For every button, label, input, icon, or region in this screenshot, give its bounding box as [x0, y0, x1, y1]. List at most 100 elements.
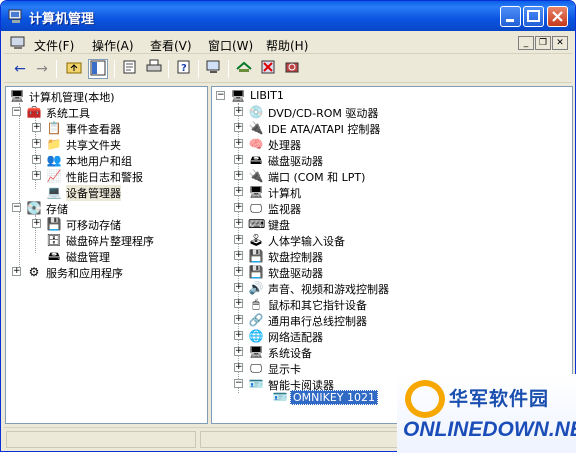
tools-icon: 🧰	[26, 105, 42, 119]
title-bar[interactable]: 计算机管理	[1, 1, 575, 31]
expand-icon[interactable]: +	[234, 251, 243, 260]
usb-icon: 🔗	[248, 313, 264, 327]
device-category-label: 人体学输入设备	[268, 235, 345, 248]
menu-action[interactable]: 操作(A)	[92, 37, 134, 54]
card-reader-icon: 🪪	[272, 390, 288, 404]
removable-storage-icon: 💾	[46, 217, 62, 231]
expand-icon[interactable]: +	[234, 347, 243, 356]
device-category-label: 端口 (COM 和 LPT)	[268, 171, 366, 184]
logo-ring-icon	[405, 380, 445, 418]
collapse-icon[interactable]: −	[216, 91, 225, 100]
window-title: 计算机管理	[29, 12, 95, 27]
expand-icon[interactable]: +	[234, 203, 243, 212]
device-category-label: 处理器	[268, 139, 301, 152]
properties-icon[interactable]	[120, 59, 140, 79]
maximize-button[interactable]	[523, 6, 544, 27]
mdi-minimize-button[interactable]: _	[518, 36, 534, 50]
collapse-icon[interactable]: −	[234, 379, 243, 388]
disable-device-icon[interactable]	[282, 59, 302, 79]
expand-icon[interactable]: +	[234, 219, 243, 228]
show-hide-tree-icon[interactable]	[88, 59, 108, 79]
device-category-label: 计算机	[268, 187, 301, 200]
device-category-label: 鼠标和其它指针设备	[268, 299, 367, 312]
collapse-icon[interactable]: −	[12, 203, 21, 212]
device-category-label: 网络适配器	[268, 331, 323, 344]
watermark-logo: 华军软件园 ONLINEDOWN.NET	[397, 374, 576, 453]
mdi-close-button[interactable]: ✕	[552, 36, 568, 50]
mmc-icon[interactable]	[10, 36, 26, 53]
ide-controller-icon: 🔌	[248, 121, 264, 135]
menu-bar: 文件(F) 操作(A) 查看(V) 窗口(W) 帮助(H) _ ❐ ✕	[4, 32, 572, 54]
collapse-icon[interactable]: −	[12, 107, 21, 116]
dvd-icon: 💿	[248, 105, 264, 119]
expand-icon[interactable]: +	[234, 267, 243, 276]
menu-view[interactable]: 查看(V)	[150, 37, 192, 54]
expand-icon[interactable]: +	[234, 235, 243, 244]
scan-hardware-icon[interactable]	[204, 59, 224, 79]
forward-arrow-icon[interactable]: →	[32, 59, 52, 79]
device-category-label: 通用串行总线控制器	[268, 315, 367, 328]
services-icon: ⚙	[28, 265, 40, 279]
expand-icon[interactable]: +	[234, 331, 243, 340]
device-category-label: 软盘驱动器	[268, 267, 323, 280]
expand-icon[interactable]: +	[32, 171, 41, 180]
expand-icon[interactable]: +	[234, 155, 243, 164]
floppy-controller-icon: 💾	[248, 249, 264, 263]
menu-help[interactable]: 帮助(H)	[266, 37, 308, 54]
display-adapter-icon: 🖵	[250, 361, 262, 375]
expand-icon[interactable]: +	[32, 219, 41, 228]
computer-icon: 🖥	[248, 185, 264, 199]
up-folder-icon[interactable]	[64, 59, 84, 79]
mdi-restore-button[interactable]: ❐	[535, 36, 551, 50]
hid-icon: 🕹	[248, 233, 264, 247]
device-category-label: 键盘	[268, 219, 290, 232]
mouse-icon: 🖱	[252, 297, 260, 311]
watermark-en: ONLINEDOWN.NET	[403, 418, 576, 441]
console-tree-pane: 🖥 计算机管理(本地) − 🧰 系统工具 + 📋 事件查看器 + 📁 共享文件夹…	[5, 86, 208, 424]
expand-icon[interactable]: +	[234, 283, 243, 292]
device-manager-icon: 💻	[46, 185, 62, 199]
network-adapter-icon: 🌐	[248, 329, 264, 343]
expand-icon[interactable]: +	[12, 267, 21, 276]
device-category-label: IDE ATA/ATAPI 控制器	[268, 123, 381, 136]
uninstall-icon[interactable]	[258, 59, 278, 79]
expand-icon[interactable]: +	[234, 107, 243, 116]
minimize-button[interactable]	[500, 6, 521, 27]
device-category-label: 软盘控制器	[268, 251, 323, 264]
device-category-label: DVD/CD-ROM 驱动器	[268, 107, 379, 120]
expand-icon[interactable]: +	[234, 299, 243, 308]
menu-file[interactable]: 文件(F)	[34, 37, 74, 54]
storage-icon: 💽	[26, 201, 42, 215]
device-category-label: 监视器	[268, 203, 301, 216]
event-viewer-icon: 📋	[46, 121, 62, 135]
expand-icon[interactable]: +	[234, 363, 243, 372]
watermark-cn: 华军软件园	[449, 388, 550, 410]
monitor-icon: 🖵	[250, 201, 262, 215]
expand-icon[interactable]: +	[32, 155, 41, 164]
print-icon[interactable]	[144, 59, 164, 79]
performance-icon: 📈	[46, 169, 62, 183]
back-arrow-icon[interactable]: ←	[10, 59, 30, 79]
help-icon[interactable]: ?	[174, 59, 194, 79]
expand-icon[interactable]: +	[32, 123, 41, 132]
expand-icon[interactable]: +	[234, 187, 243, 196]
expand-icon[interactable]: +	[234, 315, 243, 324]
system-device-icon: 🖥	[248, 345, 264, 359]
device-category-label: 显示卡	[268, 363, 301, 376]
close-button[interactable]	[547, 6, 568, 27]
computer-management-icon	[8, 8, 24, 24]
expand-icon[interactable]: +	[32, 139, 41, 148]
device-category-label: 系统设备	[268, 347, 312, 360]
status-cell-1	[6, 431, 196, 448]
menu-window[interactable]: 窗口(W)	[208, 37, 253, 54]
update-driver-icon[interactable]	[234, 59, 254, 79]
expand-icon[interactable]: +	[234, 171, 243, 180]
shared-folder-icon: 📁	[46, 137, 62, 151]
svg-text:?: ?	[181, 63, 187, 74]
keyboard-icon: ⌨	[248, 217, 266, 231]
expand-icon[interactable]: +	[234, 139, 243, 148]
expand-icon[interactable]: +	[234, 123, 243, 132]
mdi-controls: _ ❐ ✕	[517, 35, 568, 50]
users-icon: 👥	[46, 153, 62, 167]
computer-icon: 🖥	[230, 89, 246, 103]
